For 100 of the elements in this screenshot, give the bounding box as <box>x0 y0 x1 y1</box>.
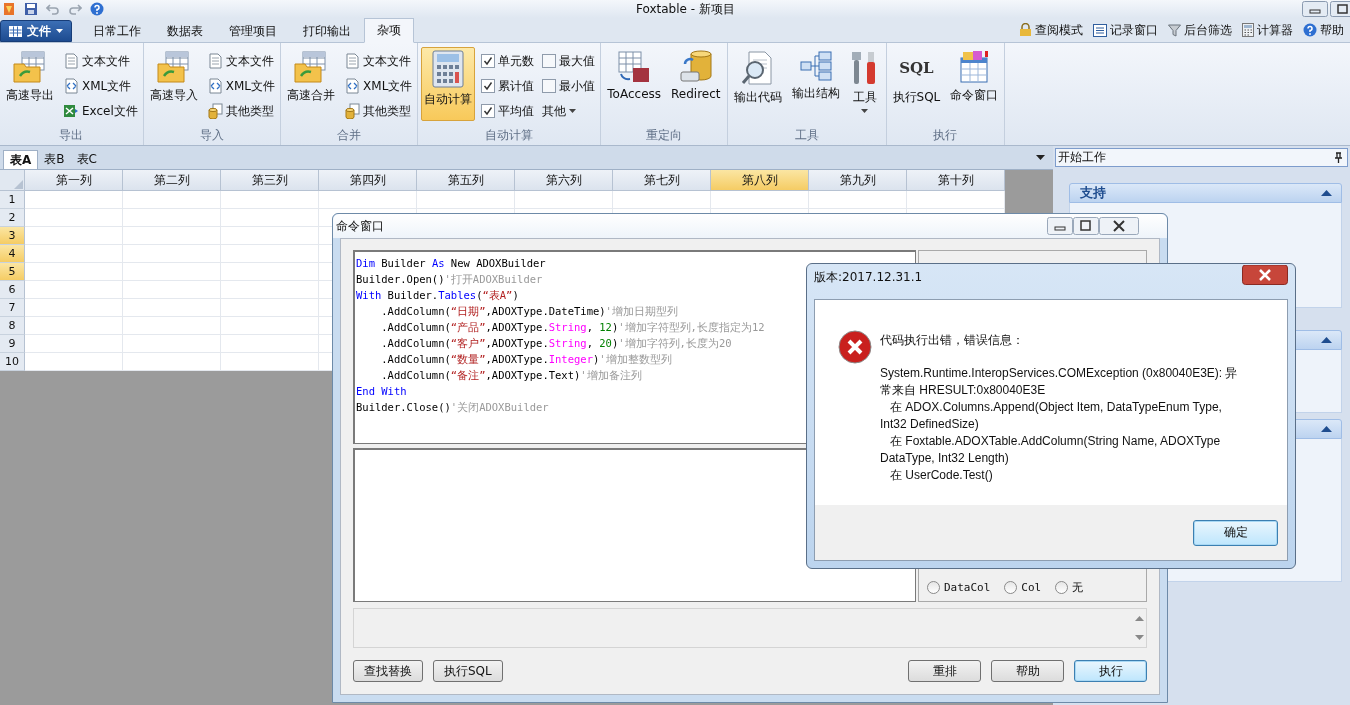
checkbox-label[interactable]: 最小值 <box>559 77 596 95</box>
close-icon[interactable] <box>1099 217 1139 235</box>
grid-cell[interactable] <box>613 191 711 209</box>
window-button[interactable]: 查找替换 <box>353 660 423 682</box>
corner-icon[interactable] <box>14 180 23 189</box>
toolbar-link[interactable]: 查阅模式 <box>1017 21 1085 39</box>
menu-button[interactable]: 其他 <box>540 100 598 122</box>
grid-cell[interactable] <box>221 263 319 281</box>
ribbon-button[interactable]: 其他类型 <box>204 100 278 122</box>
grid-cell[interactable] <box>25 227 123 245</box>
row-header[interactable]: 4 <box>0 245 25 263</box>
grid-cell[interactable] <box>221 227 319 245</box>
grid-cell[interactable] <box>711 191 809 209</box>
ribbon-tab[interactable]: 杂项 <box>364 18 414 43</box>
ribbon-button[interactable]: XML文件 <box>204 75 278 97</box>
ribbon-button[interactable]: 高速导入 <box>146 47 201 121</box>
ribbon-button[interactable]: XML文件 <box>61 75 140 97</box>
column-header[interactable]: 第九列 <box>809 170 907 191</box>
column-header[interactable]: 第五列 <box>417 170 515 191</box>
radio-button[interactable] <box>1004 581 1018 594</box>
ribbon-button[interactable]: 高速合并 <box>284 47 339 121</box>
row-header[interactable]: 9 <box>0 335 25 353</box>
grid-cell[interactable] <box>221 353 319 371</box>
checkbox[interactable] <box>481 104 496 118</box>
grid-cell[interactable] <box>221 209 319 227</box>
checkbox-label[interactable]: 平均值 <box>498 102 535 120</box>
row-header[interactable]: 8 <box>0 317 25 335</box>
grid-cell[interactable] <box>123 191 221 209</box>
toolbar-link[interactable]: 记录窗口 <box>1091 21 1160 39</box>
radio-label[interactable]: Col <box>1021 581 1042 594</box>
restore-icon[interactable] <box>1330 1 1350 17</box>
window-button[interactable]: 帮助 <box>991 660 1064 682</box>
grid-cell[interactable] <box>123 209 221 227</box>
ribbon-button[interactable]: Redirect <box>668 47 724 121</box>
ribbon-button[interactable]: 高速导出 <box>3 47 57 121</box>
restore-icon[interactable] <box>1073 217 1099 235</box>
column-header[interactable]: 第八列 <box>711 170 809 191</box>
column-header[interactable]: 第七列 <box>613 170 711 191</box>
section-header[interactable]: 支持 <box>1069 183 1342 203</box>
checkbox[interactable] <box>481 54 496 68</box>
grid-cell[interactable] <box>25 281 123 299</box>
checkbox[interactable] <box>481 79 496 93</box>
row-header[interactable]: 7 <box>0 299 25 317</box>
grid-cell[interactable] <box>221 281 319 299</box>
column-header[interactable]: 第二列 <box>123 170 221 191</box>
column-header[interactable]: 第六列 <box>515 170 613 191</box>
column-header[interactable]: 第四列 <box>319 170 417 191</box>
ok-button[interactable]: 确定 <box>1193 519 1278 546</box>
grid-cell[interactable] <box>319 191 417 209</box>
row-header[interactable]: 3 <box>0 227 25 245</box>
grid-cell[interactable] <box>123 263 221 281</box>
dropdown-icon[interactable] <box>1036 155 1045 160</box>
checkbox-label[interactable]: 最大值 <box>559 52 596 70</box>
minimize-icon[interactable] <box>1302 1 1328 17</box>
ribbon-button[interactable]: XML文件 <box>342 75 415 97</box>
ribbon-tab[interactable]: 日常工作 <box>80 20 154 42</box>
grid-cell[interactable] <box>123 245 221 263</box>
grid-cell[interactable] <box>809 191 907 209</box>
close-icon[interactable] <box>1242 265 1288 285</box>
grid-cell[interactable] <box>907 191 1005 209</box>
grid-cell[interactable] <box>221 335 319 353</box>
checkbox-label[interactable]: 单元数 <box>498 52 535 70</box>
column-header[interactable]: 第十列 <box>907 170 1005 191</box>
dropdown-button[interactable]: 工具 <box>846 47 883 121</box>
toolbar-link[interactable]: 计算器 <box>1240 21 1295 39</box>
scroll-down-icon[interactable] <box>1134 635 1144 640</box>
grid-cell[interactable] <box>25 191 123 209</box>
grid-cell[interactable] <box>123 353 221 371</box>
ribbon-button[interactable]: SQL 执行SQL <box>889 47 944 121</box>
checkbox-label[interactable]: 累计值 <box>498 77 535 95</box>
redo-icon[interactable] <box>68 2 82 16</box>
row-header[interactable]: 1 <box>0 191 25 209</box>
column-header[interactable]: 第三列 <box>221 170 319 191</box>
grid-cell[interactable] <box>515 191 613 209</box>
ribbon-button[interactable]: 文本文件 <box>61 50 140 72</box>
ribbon-button[interactable]: ToAccess <box>604 47 665 121</box>
window-button[interactable]: 执行SQL <box>433 660 503 682</box>
grid-cell[interactable] <box>25 317 123 335</box>
app-icon[interactable] <box>2 1 16 17</box>
help-icon[interactable] <box>90 2 104 16</box>
minimize-icon[interactable] <box>1047 217 1073 235</box>
ribbon-tab[interactable]: 管理项目 <box>216 20 290 42</box>
radio-button[interactable] <box>1055 581 1069 594</box>
grid-cell[interactable] <box>221 245 319 263</box>
grid-cell[interactable] <box>25 353 123 371</box>
collapse-icon[interactable] <box>1321 426 1332 432</box>
ribbon-tab[interactable]: 打印输出 <box>290 20 364 42</box>
ribbon-button[interactable]: 文本文件 <box>342 50 415 72</box>
window-button[interactable]: 执行 <box>1074 660 1147 682</box>
grid-cell[interactable] <box>417 191 515 209</box>
collapse-icon[interactable] <box>1321 337 1332 343</box>
ribbon-button[interactable]: 自动计算 <box>421 47 476 121</box>
grid-cell[interactable] <box>123 317 221 335</box>
scroll-up-icon[interactable] <box>1134 616 1144 621</box>
row-header[interactable]: 2 <box>0 209 25 227</box>
ribbon-button[interactable]: 命令窗口 <box>947 47 1002 121</box>
sheet-tab[interactable]: 表A <box>3 150 39 169</box>
grid-cell[interactable] <box>123 335 221 353</box>
ribbon-button[interactable]: 输出结构 <box>788 47 843 121</box>
grid-cell[interactable] <box>123 299 221 317</box>
